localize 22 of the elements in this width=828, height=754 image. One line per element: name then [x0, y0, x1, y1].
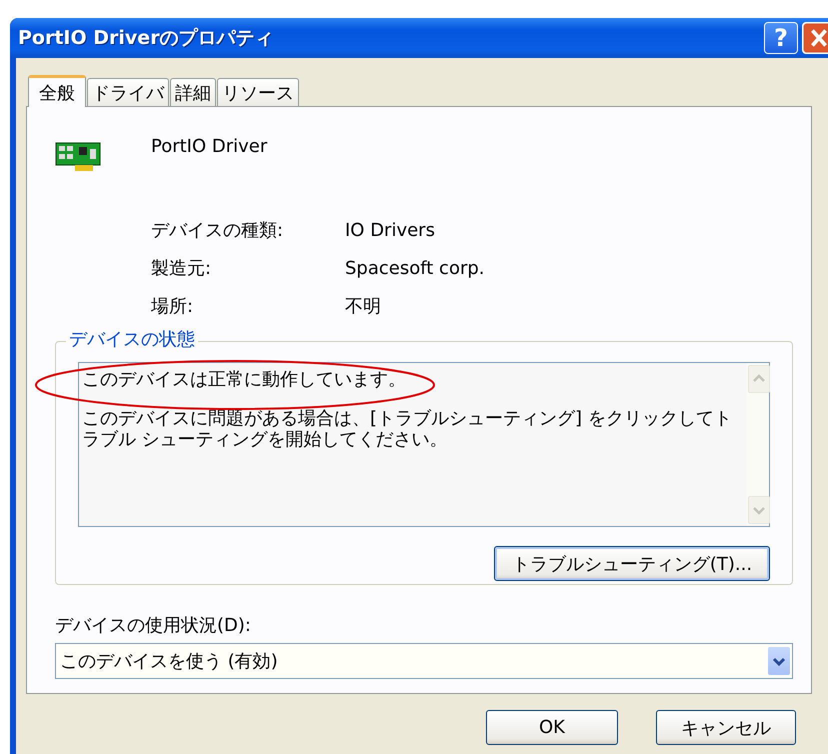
status-message: このデバイスは正常に動作しています。: [82, 369, 407, 390]
tab[interactable]: 詳細: [170, 78, 216, 106]
tab[interactable]: ドライバ: [87, 78, 169, 106]
window-title: PortIO Driverのプロパティ: [18, 26, 275, 51]
device-name: PortIO Driver: [151, 135, 268, 159]
tab[interactable]: 全般: [28, 75, 86, 107]
property-label: 場所:: [151, 295, 194, 319]
property-label: デバイスの種類:: [151, 219, 284, 243]
usage-label: デバイスの使用状況(D):: [55, 615, 252, 637]
troubleshoot-button[interactable]: トラブルシューティング(T)...: [494, 546, 770, 581]
property-value: 不明: [345, 295, 382, 319]
property-value: IO Drivers: [345, 219, 436, 243]
close-icon[interactable]: [802, 22, 828, 54]
circuit-board-icon: [55, 141, 101, 173]
property-value: Spacesoft corp.: [345, 257, 486, 281]
tab[interactable]: リソース: [217, 78, 299, 106]
usage-dropdown[interactable]: このデバイスを使う (有効): [55, 643, 793, 679]
help-text: このデバイスに問題がある場合は、[トラブルシューティング] をクリックしてトラブル シューティングを開始してください。: [82, 408, 732, 450]
help-button[interactable]: ?: [764, 22, 798, 54]
ok-button[interactable]: OK: [486, 710, 618, 745]
property-label: 製造元:: [151, 257, 212, 281]
cancel-button[interactable]: キャンセル: [656, 710, 796, 745]
